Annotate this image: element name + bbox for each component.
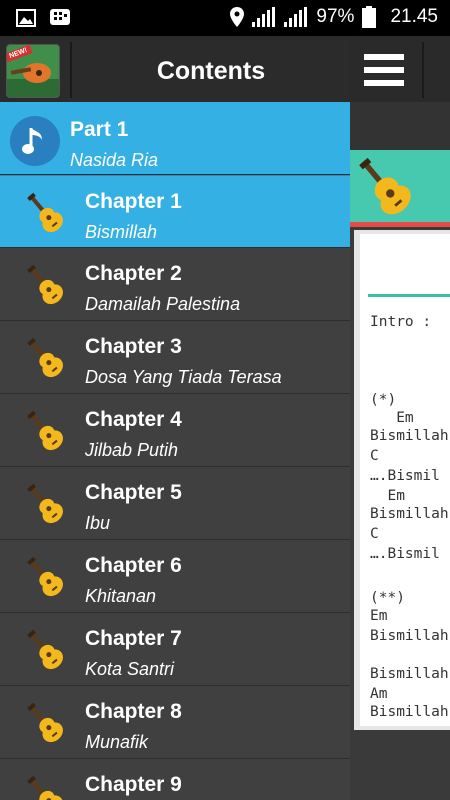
chapter-subtitle: Ibu bbox=[85, 513, 111, 533]
lyric-line: Bismillah bbox=[370, 506, 449, 522]
lyrics-divider bbox=[368, 294, 450, 297]
clock: 21.45 bbox=[390, 6, 438, 27]
lyric-line: Em bbox=[370, 410, 414, 426]
navigation-drawer: NEW! Contents Part 1 Nasida Ria Chapter … bbox=[0, 36, 350, 800]
chapter-item[interactable]: Chapter 1 Bismillah bbox=[0, 175, 350, 248]
signal-icon bbox=[284, 7, 308, 27]
location-icon bbox=[230, 7, 245, 27]
lyric-line: Bismillah bbox=[370, 704, 449, 720]
background-content: Intro : (*) Em Bismillah C ….Bismil Em B… bbox=[350, 36, 450, 800]
sub-toolbar bbox=[350, 102, 450, 150]
chapter-item[interactable]: Chapter 6 Khitanan bbox=[0, 540, 350, 613]
image-icon bbox=[16, 9, 36, 27]
guitar-icon bbox=[22, 700, 68, 746]
chapter-item[interactable]: Chapter 5 Ibu bbox=[0, 467, 350, 540]
guitar-icon bbox=[22, 481, 68, 527]
lyric-line: Am bbox=[370, 686, 388, 702]
chapter-item[interactable]: Chapter 2 Damailah Palestina bbox=[0, 248, 350, 321]
chapter-subtitle: Jilbab Putih bbox=[85, 440, 179, 460]
guitar-icon bbox=[22, 773, 68, 800]
lyric-line: ….Bismil bbox=[370, 468, 440, 484]
status-bar: 97% 21.45 bbox=[0, 0, 450, 36]
chapter-item[interactable]: Chapter 4 Jilbab Putih bbox=[0, 394, 350, 467]
chapter-subtitle: Bismillah bbox=[85, 222, 158, 242]
app-logo[interactable]: NEW! bbox=[6, 44, 60, 98]
lyric-line: ….Bismil bbox=[370, 546, 440, 562]
chapter-title: Chapter 4 bbox=[85, 408, 182, 431]
chapter-list: Part 1 Nasida Ria Chapter 1 Bismillah Cha… bbox=[0, 102, 350, 800]
chapter-title: Chapter 6 bbox=[85, 554, 182, 577]
drawer-header: NEW! Contents bbox=[0, 36, 350, 102]
main-toolbar bbox=[350, 36, 450, 102]
chapter-subtitle: Kota Santri bbox=[85, 659, 175, 679]
guitar-icon bbox=[352, 154, 416, 223]
bbm-icon bbox=[50, 9, 70, 27]
chapter-title: Chapter 3 bbox=[85, 335, 182, 358]
toolbar-divider bbox=[422, 42, 424, 98]
drawer-title: Contents bbox=[156, 57, 266, 85]
chapter-title: Chapter 7 bbox=[85, 627, 182, 650]
lyric-line: Em bbox=[370, 488, 405, 504]
chapter-item[interactable]: Chapter 8 Munafik bbox=[0, 686, 350, 759]
song-banner bbox=[350, 150, 450, 222]
guitar-icon bbox=[22, 190, 68, 236]
part-header[interactable]: Part 1 Nasida Ria bbox=[0, 102, 350, 175]
chapter-title: Chapter 8 bbox=[85, 700, 182, 723]
lyric-line: Intro : bbox=[370, 314, 440, 330]
guitar-icon bbox=[22, 554, 68, 600]
chapter-title: Chapter 1 bbox=[85, 190, 182, 213]
hamburger-menu-icon[interactable] bbox=[364, 52, 404, 93]
battery-percent: 97% bbox=[316, 6, 355, 27]
lyric-line: Bismillah bbox=[370, 428, 449, 444]
chapter-subtitle: Khitanan bbox=[85, 586, 157, 606]
signal-icon bbox=[252, 7, 276, 27]
guitar-icon bbox=[22, 335, 68, 381]
lyric-line: Bismillah bbox=[370, 666, 449, 682]
lyric-line: (*) bbox=[370, 392, 397, 408]
guitar-icon bbox=[22, 262, 68, 308]
lyric-line: Bismillah bbox=[370, 628, 449, 644]
chapter-subtitle: Damailah Palestina bbox=[85, 294, 241, 314]
lyric-line: C bbox=[370, 448, 379, 464]
chapter-subtitle: Dosa Yang Tiada Terasa bbox=[85, 367, 282, 387]
chapter-subtitle: Munafik bbox=[85, 732, 149, 752]
part-subtitle: Nasida Ria bbox=[70, 150, 159, 170]
guitar-icon bbox=[22, 627, 68, 673]
guitar-icon bbox=[22, 408, 68, 454]
lyric-line: C bbox=[370, 526, 379, 542]
part-title: Part 1 bbox=[70, 118, 129, 141]
chapter-title: Chapter 9 bbox=[85, 773, 182, 796]
chapter-title: Chapter 5 bbox=[85, 481, 182, 504]
lyrics-panel: Intro : (*) Em Bismillah C ….Bismil Em B… bbox=[354, 230, 450, 730]
chapter-item[interactable]: Chapter 7 Kota Santri bbox=[0, 613, 350, 686]
accent-line bbox=[350, 222, 450, 227]
lyric-line: (**) bbox=[370, 590, 405, 606]
chapter-title: Chapter 2 bbox=[85, 262, 182, 285]
lyric-line: Em bbox=[370, 608, 388, 624]
chapter-item[interactable]: Chapter 9 bbox=[0, 759, 350, 800]
music-note-icon bbox=[10, 116, 60, 166]
chapter-item[interactable]: Chapter 3 Dosa Yang Tiada Terasa bbox=[0, 321, 350, 394]
lyrics-page: Intro : (*) Em Bismillah C ….Bismil Em B… bbox=[360, 234, 450, 726]
battery-icon bbox=[362, 6, 377, 28]
